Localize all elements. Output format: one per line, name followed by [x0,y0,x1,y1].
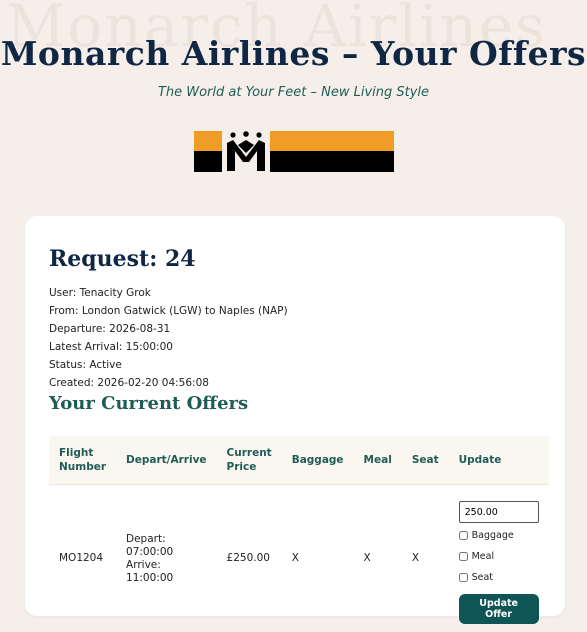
column-header-update: Update [449,436,549,485]
crown-m-icon [222,131,270,172]
table-row: MO1204 Depart: 07:00:00 Arrive: 11:00:00… [49,485,549,632]
column-header-flight-number: Flight Number [49,436,116,485]
request-departure: Departure: 2026-08-31 [49,320,288,338]
depart-arrive-cell: Depart: 07:00:00 Arrive: 11:00:00 [116,485,217,632]
request-title: Request: 24 [49,246,196,272]
request-route: From: London Gatwick (LGW) to Naples (NA… [49,302,288,320]
page-title: Monarch Airlines – Your Offers [0,0,587,73]
request-details: User: Tenacity Grok From: London Gatwick… [49,284,288,392]
offers-title: Your Current Offers [49,393,248,414]
baggage-option-label: Baggage [472,529,514,542]
column-header-seat: Seat [402,436,449,485]
price-cell: £250.00 [217,485,282,632]
baggage-cell: X [282,485,354,632]
arrive-time: Arrive: 11:00:00 [126,559,207,585]
meal-cell: X [354,485,402,632]
table-header-row: Flight Number Depart/Arrive Current Pric… [49,436,549,485]
page-header: Monarch Airlines – Your Offers The World… [0,0,587,172]
flight-number-cell: MO1204 [49,485,116,632]
offers-table: Flight Number Depart/Arrive Current Pric… [49,436,549,632]
request-status: Status: Active [49,356,288,374]
seat-option[interactable]: Seat [459,571,493,584]
seat-cell: X [402,485,449,632]
meal-option[interactable]: Meal [459,550,495,563]
depart-time: Depart: 07:00:00 [126,533,207,559]
column-header-depart-arrive: Depart/Arrive [116,436,217,485]
request-latest-arrival: Latest Arrival: 15:00:00 [49,338,288,356]
column-header-baggage: Baggage [282,436,354,485]
request-created: Created: 2026-02-20 04:56:08 [49,374,288,392]
update-offer-button[interactable]: Update Offer [459,594,539,624]
update-cell: Baggage Meal Seat Update Offer [449,485,549,632]
seat-checkbox[interactable] [459,573,468,582]
airline-logo [194,131,394,172]
request-user: User: Tenacity Grok [49,284,288,302]
request-card: Request: 24 User: Tenacity Grok From: Lo… [25,216,565,616]
baggage-option[interactable]: Baggage [459,529,514,542]
column-header-current-price: Current Price [217,436,282,485]
baggage-checkbox[interactable] [459,531,468,540]
meal-option-label: Meal [472,550,495,563]
price-input[interactable] [459,501,539,523]
tagline: The World at Your Feet – New Living Styl… [0,85,587,100]
seat-option-label: Seat [472,571,493,584]
column-header-meal: Meal [354,436,402,485]
meal-checkbox[interactable] [459,552,468,561]
